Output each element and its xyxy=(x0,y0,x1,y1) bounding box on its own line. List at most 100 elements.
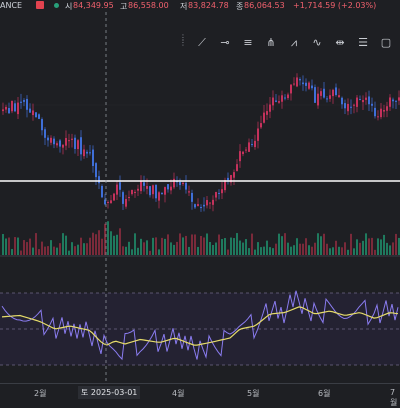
volume-bar xyxy=(383,234,385,255)
candle-body xyxy=(332,89,334,97)
volume-bar xyxy=(308,245,310,255)
candle-body xyxy=(209,202,211,204)
candle-body xyxy=(8,108,10,114)
volume-bar xyxy=(281,236,283,255)
volume-bar xyxy=(203,237,205,255)
candle-body xyxy=(146,186,148,189)
rectangle-icon[interactable]: ▢ xyxy=(377,34,395,51)
volume-bar xyxy=(38,249,40,255)
candle-body xyxy=(107,201,109,203)
volume-bar xyxy=(296,238,298,255)
candle-body xyxy=(350,106,352,108)
candle-body xyxy=(50,137,52,143)
volume-bar xyxy=(158,249,160,255)
candle-body xyxy=(221,189,223,194)
candle-body xyxy=(218,192,220,194)
candle-body xyxy=(62,144,64,148)
candle-body xyxy=(200,207,202,209)
candle-body xyxy=(44,129,46,138)
candle-body xyxy=(284,97,286,99)
volume-bar xyxy=(224,238,226,255)
volume-bar xyxy=(272,248,274,255)
candle-body xyxy=(83,149,85,157)
candle-body xyxy=(194,204,196,208)
xabcd-pattern-icon[interactable]: ⩘ xyxy=(285,34,303,51)
date-range-icon[interactable]: ⇹ xyxy=(331,34,349,51)
candle-body xyxy=(341,97,343,105)
volume-bar xyxy=(164,238,166,255)
candle-body xyxy=(80,137,82,155)
volume-bar xyxy=(266,240,268,255)
candle-body xyxy=(338,95,340,98)
volume-bar xyxy=(278,233,280,255)
volume-bar xyxy=(161,237,163,255)
volume-bar xyxy=(131,249,133,255)
volume-bar xyxy=(263,246,265,255)
candle-body xyxy=(122,192,124,204)
volume-bar xyxy=(221,239,223,255)
low-value: 83,824.78 xyxy=(188,1,229,10)
volume-bar xyxy=(116,234,118,255)
volume-bar xyxy=(137,247,139,255)
candle-body xyxy=(212,199,214,205)
volume-bar xyxy=(167,234,169,255)
volume-bar xyxy=(26,242,28,255)
volume-bar xyxy=(212,244,214,255)
candle-body xyxy=(116,184,118,195)
remove-icon[interactable] xyxy=(36,1,44,9)
volume-bar xyxy=(389,245,391,255)
volume-bar xyxy=(173,244,175,255)
candle-body xyxy=(92,149,94,166)
candle-body xyxy=(113,193,115,201)
candle-body xyxy=(389,97,391,107)
volume-bar xyxy=(143,242,145,255)
trend-line-icon[interactable]: ⟋ xyxy=(193,34,211,51)
axis-label-jul: 7월 xyxy=(390,388,398,407)
candle-body xyxy=(149,186,151,196)
volume-bar xyxy=(59,243,61,255)
candle-body xyxy=(299,79,301,81)
candle-body xyxy=(215,192,217,198)
volume-bar xyxy=(254,249,256,255)
drag-handle-icon[interactable]: ⋮ ⋮ xyxy=(179,34,187,50)
candle-body xyxy=(32,110,34,116)
candle-body xyxy=(131,190,133,195)
horizontal-ray-icon[interactable]: ⊸ xyxy=(216,34,234,51)
price-range-icon[interactable]: ☰ xyxy=(354,34,372,51)
candle-body xyxy=(395,100,397,102)
volume-bar xyxy=(317,233,319,255)
candle-body xyxy=(185,182,187,190)
drawing-toolbar: ⋮ ⋮ ⟋ ⊸ ≡ ⋔ ⩘ ∿ ⇹ ☰ ▢ xyxy=(176,33,400,52)
candle-body xyxy=(137,188,139,191)
volume-bar xyxy=(236,233,238,255)
volume-bar xyxy=(320,236,322,255)
volume-bar xyxy=(371,237,373,255)
volume-bar xyxy=(206,233,208,255)
volume-bar xyxy=(179,233,181,255)
volume-bar xyxy=(380,239,382,255)
volume-bar xyxy=(35,233,37,255)
candle-body xyxy=(17,102,19,115)
volume-bar xyxy=(323,233,325,255)
volume-bar xyxy=(359,242,361,255)
candle-body xyxy=(191,192,193,202)
candle-body xyxy=(359,99,361,101)
candle-body xyxy=(326,98,328,100)
price-chart[interactable] xyxy=(0,0,400,400)
volume-bar xyxy=(65,235,67,255)
candle-body xyxy=(140,180,142,192)
volume-bar xyxy=(11,249,13,255)
pitchfork-icon[interactable]: ⋔ xyxy=(262,34,280,51)
volume-bar xyxy=(197,246,199,255)
time-axis[interactable]: 2월 4월 5월 6월 7월 토 2025-03-01 xyxy=(0,383,400,407)
candle-body xyxy=(101,185,103,198)
elliott-wave-icon[interactable]: ∿ xyxy=(308,34,326,51)
candle-body xyxy=(278,101,280,103)
volume-bar xyxy=(134,233,136,255)
volume-bar xyxy=(227,249,229,255)
candle-body xyxy=(65,138,67,146)
close-label: 종 xyxy=(236,2,244,11)
candle-body xyxy=(245,149,247,151)
candle-body xyxy=(386,106,388,111)
parallel-channel-icon[interactable]: ≡ xyxy=(239,34,257,51)
